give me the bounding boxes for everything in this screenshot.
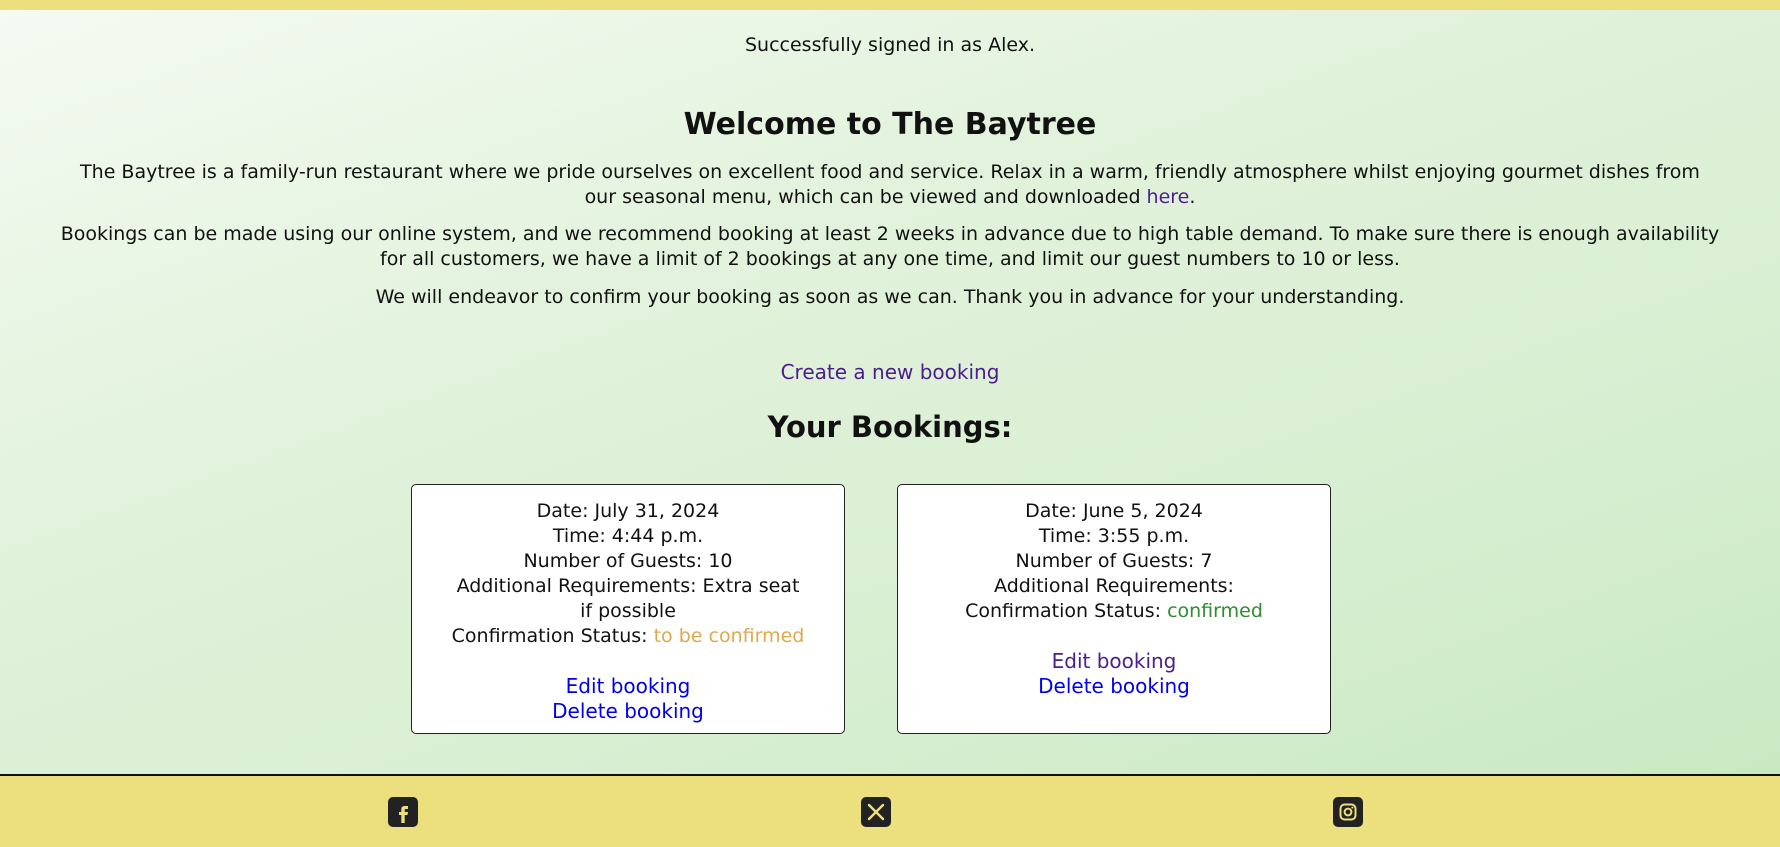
footer bbox=[0, 774, 1780, 847]
intro-end: . bbox=[1189, 186, 1196, 208]
status-label: Confirmation Status: bbox=[451, 625, 654, 647]
booking-time: Time: 4:44 p.m. bbox=[552, 525, 704, 547]
booking-card: Date: July 31, 2024 Time: 4:44 p.m. Numb… bbox=[411, 484, 845, 734]
booking-guests: Number of Guests: 7 bbox=[1015, 550, 1213, 572]
top-accent-bar bbox=[0, 0, 1780, 10]
booking-requirements: Additional Requirements: Extra seat if p… bbox=[456, 575, 800, 622]
booking-policy-paragraph: Bookings can be made using our online sy… bbox=[60, 223, 1720, 270]
welcome-title: Welcome to The Baytree bbox=[683, 107, 1097, 142]
delete-booking-link[interactable]: Delete booking bbox=[898, 674, 1330, 699]
status-label: Confirmation Status: bbox=[965, 600, 1168, 622]
booking-status: Confirmation Status: confirmed bbox=[898, 599, 1330, 624]
booking-card: Date: June 5, 2024 Time: 3:55 p.m. Numbe… bbox=[897, 484, 1331, 734]
intro-paragraph: The Baytree is a family-run restaurant w… bbox=[70, 160, 1710, 210]
booking-guests: Number of Guests: 10 bbox=[523, 550, 733, 572]
booking-date: Date: July 31, 2024 bbox=[536, 500, 720, 522]
edit-booking-link[interactable]: Edit booking bbox=[412, 674, 844, 699]
x-twitter-icon[interactable] bbox=[861, 797, 891, 827]
edit-booking-link[interactable]: Edit booking bbox=[898, 649, 1330, 674]
booking-status: Confirmation Status: to be confirmed bbox=[412, 624, 844, 649]
instagram-icon[interactable] bbox=[1333, 797, 1363, 827]
create-booking-link[interactable]: Create a new booking bbox=[781, 360, 1000, 384]
facebook-icon[interactable] bbox=[388, 797, 418, 827]
booking-time: Time: 3:55 p.m. bbox=[1038, 525, 1190, 547]
flash-message: Successfully signed in as Alex. bbox=[745, 34, 1035, 56]
delete-booking-link[interactable]: Delete booking bbox=[412, 699, 844, 724]
intro-text: The Baytree is a family-run restaurant w… bbox=[80, 161, 1700, 208]
status-value-pending: to be confirmed bbox=[653, 625, 805, 647]
bookings-title: Your Bookings: bbox=[767, 410, 1013, 444]
booking-requirements: Additional Requirements: bbox=[994, 575, 1234, 597]
booking-date: Date: June 5, 2024 bbox=[1025, 500, 1203, 522]
create-booking-container: Create a new booking bbox=[0, 360, 1780, 384]
status-value-confirmed: confirmed bbox=[1167, 600, 1263, 622]
menu-download-link[interactable]: here bbox=[1147, 186, 1190, 208]
confirmation-paragraph: We will endeavor to confirm your booking… bbox=[375, 286, 1405, 308]
